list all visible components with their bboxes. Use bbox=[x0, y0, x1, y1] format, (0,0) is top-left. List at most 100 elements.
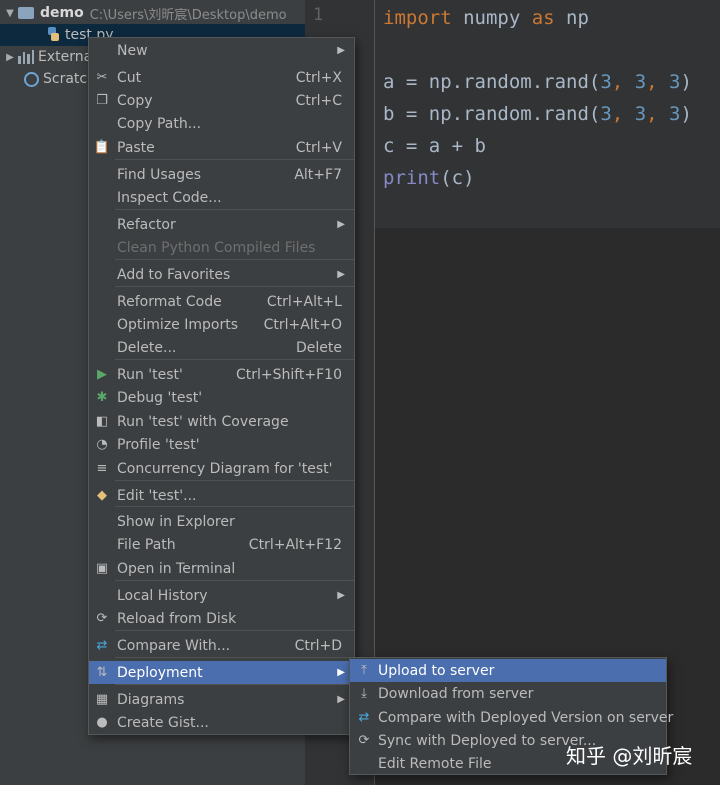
compare-icon: ⇄ bbox=[96, 638, 108, 653]
tree-root-demo[interactable]: ▼ demo C:\Users\刘昕宸\Desktop\demo bbox=[2, 2, 286, 24]
tree-root-name: demo bbox=[40, 5, 84, 21]
menu-item-debug-test[interactable]: ✱ Debug 'test' bbox=[89, 386, 354, 409]
tree-item-external-libraries[interactable]: ▶ Externa bbox=[2, 46, 92, 68]
menu-item-label: Open in Terminal bbox=[117, 560, 236, 577]
code-token: np bbox=[554, 7, 589, 29]
menu-item-deployment[interactable]: ⇅ Deployment ▶ bbox=[89, 661, 354, 684]
tree-item-label: Externa bbox=[38, 49, 93, 65]
coverage-icon: ◧ bbox=[95, 414, 109, 429]
menu-item-label: Compare With... bbox=[117, 637, 231, 654]
menu-item-label: Find Usages bbox=[117, 166, 202, 183]
menu-item-label: Concurrency Diagram for 'test' bbox=[117, 460, 333, 477]
menu-item-label: Deployment bbox=[117, 664, 203, 681]
context-menu: New ▶ ✂ Cut Ctrl+X ❐ Copy Ctrl+C Copy Path... 📋 Pa… bbox=[88, 37, 355, 735]
menu-item-shortcut: Delete bbox=[296, 339, 342, 356]
code-line-3[interactable]: a = np.random.rand(3, 3, 3) bbox=[383, 66, 692, 98]
menu-item-show-in-explorer[interactable]: Show in Explorer bbox=[89, 510, 354, 533]
menu-item-run-test-with-coverage[interactable]: ◧ Run 'test' with Coverage bbox=[89, 410, 354, 433]
menu-item-optimize-imports[interactable]: Optimize Imports Ctrl+Alt+O bbox=[89, 313, 354, 336]
menu-item-label: Delete... bbox=[117, 339, 177, 356]
submenu-item-label: Upload to server bbox=[378, 662, 495, 679]
python-icon: ◆ bbox=[97, 488, 107, 503]
menu-item-label: Diagrams bbox=[117, 691, 185, 708]
menu-item-reload-from-disk[interactable]: ⟳ Reload from Disk bbox=[89, 607, 354, 630]
collapse-arrow-icon[interactable]: ▶ bbox=[2, 52, 18, 63]
menu-item-diagrams[interactable]: ▦ Diagrams ▶ bbox=[89, 688, 354, 711]
code-token: ) bbox=[680, 103, 692, 125]
menu-item-shortcut: Ctrl+Alt+L bbox=[266, 293, 342, 310]
concurrency-icon: ≡ bbox=[96, 461, 108, 476]
menu-item-label: Copy Path... bbox=[117, 115, 202, 132]
menu-item-shortcut: Ctrl+Alt+O bbox=[263, 316, 342, 333]
menu-separator bbox=[115, 580, 354, 581]
debug-icon: ✱ bbox=[96, 390, 108, 405]
menu-item-concurrency-diagram-for-test[interactable]: ≡ Concurrency Diagram for 'test' bbox=[89, 457, 354, 480]
menu-item-copy-path[interactable]: Copy Path... bbox=[89, 112, 354, 135]
menu-item-open-in-terminal[interactable]: ▣ Open in Terminal bbox=[89, 557, 354, 580]
menu-separator bbox=[115, 657, 354, 658]
expand-arrow-icon[interactable]: ▼ bbox=[2, 8, 18, 19]
menu-item-find-usages[interactable]: Find Usages Alt+F7 bbox=[89, 163, 354, 186]
menu-item-label: Run 'test' with Coverage bbox=[117, 413, 289, 430]
number-literal: 3 bbox=[600, 71, 612, 93]
menu-item-label: Cut bbox=[117, 69, 142, 86]
menu-item-new[interactable]: New ▶ bbox=[89, 39, 354, 62]
menu-separator bbox=[115, 684, 354, 685]
menu-item-label: Local History bbox=[117, 587, 208, 604]
code-line-6[interactable]: print(c) bbox=[383, 162, 475, 194]
tree-item-scratches[interactable]: Scratch bbox=[24, 68, 96, 90]
code-line-5[interactable]: c = a + b bbox=[383, 130, 486, 162]
menu-item-create-gist[interactable]: ● Create Gist... bbox=[89, 711, 354, 734]
menu-item-run-test[interactable]: ▶ Run 'test' Ctrl+Shift+F10 bbox=[89, 363, 354, 386]
number-literal: 3 bbox=[634, 103, 647, 125]
menu-item-paste[interactable]: 📋 Paste Ctrl+V bbox=[89, 136, 354, 159]
menu-item-local-history[interactable]: Local History ▶ bbox=[89, 584, 354, 607]
submenu-item-upload-to-server[interactable]: ⤒ Upload to server bbox=[350, 659, 666, 682]
diagrams-icon: ▦ bbox=[95, 692, 109, 707]
number-literal: 3 bbox=[600, 103, 612, 125]
builtin-print: print bbox=[383, 167, 441, 189]
menu-item-file-path[interactable]: File Path Ctrl+Alt+F12 bbox=[89, 533, 354, 556]
upload-icon: ⤒ bbox=[361, 663, 367, 678]
menu-item-copy[interactable]: ❐ Copy Ctrl+C bbox=[89, 89, 354, 112]
menu-separator bbox=[115, 359, 354, 360]
code-token: , bbox=[646, 71, 670, 93]
menu-item-shortcut: Ctrl+C bbox=[295, 92, 342, 109]
sync-icon: ⟳ bbox=[358, 733, 370, 748]
code-token: c = a + b bbox=[383, 135, 486, 157]
submenu-item-label: Compare with Deployed Version on server bbox=[378, 709, 674, 726]
menu-item-label: Optimize Imports bbox=[117, 316, 238, 333]
menu-item-label: Copy bbox=[117, 92, 153, 109]
menu-item-cut[interactable]: ✂ Cut Ctrl+X bbox=[89, 66, 354, 89]
submenu-item-label: Edit Remote File bbox=[378, 755, 492, 772]
menu-separator bbox=[115, 630, 354, 631]
deployment-icon: ⇅ bbox=[96, 665, 108, 680]
menu-item-label: Show in Explorer bbox=[117, 513, 235, 530]
folder-icon bbox=[18, 7, 34, 19]
submenu-item-label: Sync with Deployed to server... bbox=[378, 732, 597, 749]
menu-item-inspect-code[interactable]: Inspect Code... bbox=[89, 186, 354, 209]
code-line-1[interactable]: import numpy as np bbox=[383, 2, 589, 34]
menu-item-compare-with[interactable]: ⇄ Compare With... Ctrl+D bbox=[89, 634, 354, 657]
submenu-arrow-icon: ▶ bbox=[337, 694, 345, 705]
menu-item-delete[interactable]: Delete... Delete bbox=[89, 336, 354, 359]
menu-item-reformat-code[interactable]: Reformat Code Ctrl+Alt+L bbox=[89, 290, 354, 313]
profile-icon: ◔ bbox=[96, 437, 108, 452]
download-icon: ⤓ bbox=[361, 686, 367, 701]
code-token: , bbox=[646, 103, 670, 125]
submenu-arrow-icon: ▶ bbox=[337, 667, 345, 678]
menu-item-label: Reformat Code bbox=[117, 293, 222, 310]
menu-item-profile-test[interactable]: ◔ Profile 'test' bbox=[89, 433, 354, 456]
watermark: 知乎 @刘昕宸 bbox=[566, 744, 693, 768]
menu-item-edit-test[interactable]: ◆ Edit 'test'... bbox=[89, 484, 354, 507]
menu-item-add-to-favorites[interactable]: Add to Favorites ▶ bbox=[89, 263, 354, 286]
menu-item-refactor[interactable]: Refactor ▶ bbox=[89, 213, 354, 236]
code-token: numpy bbox=[451, 7, 532, 29]
menu-item-label: Add to Favorites bbox=[117, 266, 231, 283]
keyword-import: import bbox=[383, 7, 452, 29]
menu-item-shortcut: Alt+F7 bbox=[294, 166, 342, 183]
submenu-item-download-from-server[interactable]: ⤓ Download from server bbox=[350, 682, 666, 705]
code-line-4[interactable]: b = np.random.rand(3, 3, 3) bbox=[383, 98, 692, 130]
code-token: , bbox=[611, 103, 635, 125]
submenu-item-compare-with-deployed-version-on-server[interactable]: ⇄ Compare with Deployed Version on server bbox=[350, 706, 674, 729]
